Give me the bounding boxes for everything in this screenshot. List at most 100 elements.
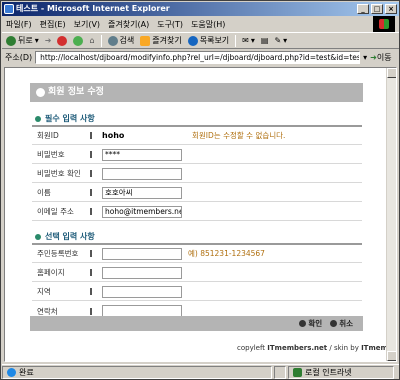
user-id-label: 회원ID — [37, 131, 59, 140]
address-dropdown-icon[interactable]: ▾ — [363, 53, 367, 62]
mail-button[interactable]: ✉ ▾ — [242, 36, 255, 45]
menu-tools[interactable]: 도구(T) — [157, 19, 183, 30]
password-confirm-field[interactable] — [102, 167, 182, 180]
history-label: 목록보기 — [199, 36, 230, 45]
region-field[interactable] — [102, 285, 182, 298]
go-button[interactable]: ➜이동 — [370, 52, 391, 63]
history-button[interactable]: 목록보기 — [187, 35, 230, 46]
menu-favorites[interactable]: 즐겨찾기(A) — [108, 19, 149, 30]
footer-skin-text: / skin by — [329, 344, 359, 352]
ie-app-icon — [4, 4, 14, 14]
cancel-icon — [330, 320, 338, 327]
name-field[interactable]: 호호아씨 — [102, 186, 182, 199]
close-button[interactable]: × — [385, 4, 397, 14]
row-region: 지역 — [32, 283, 362, 301]
status-panel — [274, 365, 286, 379]
confirm-icon — [299, 320, 307, 327]
page-viewport: 회원 정보 수정 필수 입력 사항 회원ID hoho 회원ID는 수정할 수 … — [4, 67, 397, 362]
field-marker — [90, 189, 92, 196]
window-title: 테스트 - Microsoft Internet Explorer — [16, 4, 170, 13]
address-url: http://localhost/djboard/modifyinfo.php?… — [40, 52, 361, 62]
back-button[interactable]: 뒤로 ▾ — [6, 35, 39, 46]
title-bar: 테스트 - Microsoft Internet Explorer _ □ × — [2, 2, 399, 16]
status-bar: 완료 로컬 인트라넷 — [2, 364, 399, 379]
footer-credits: copyleft ITmembers.net / skin by ITmembe… — [237, 344, 396, 352]
optional-section-title: 선택 입력 사항 — [35, 231, 95, 242]
favorites-icon — [140, 35, 151, 46]
homepage-field[interactable] — [102, 266, 182, 279]
toolbar-separator — [235, 34, 237, 47]
field-marker — [90, 208, 92, 215]
status-text: 완료 — [19, 367, 34, 377]
maximize-button[interactable]: □ — [371, 4, 383, 14]
refresh-button[interactable] — [73, 35, 84, 46]
page-title: 회원 정보 수정 — [48, 87, 104, 97]
email-field[interactable]: hoho@itmembers.net — [102, 205, 182, 218]
mail-icon: ✉ — [242, 36, 249, 45]
stop-icon — [57, 35, 68, 46]
menu-bar: 파일(F) 편집(E) 보기(V) 즐겨찾기(A) 도구(T) 도움말(H) — [2, 17, 399, 31]
refresh-icon — [73, 35, 84, 46]
minimize-button[interactable]: _ — [357, 4, 369, 14]
bullet-icon — [35, 233, 41, 240]
resident-number-note: 예) 851231-1234567 — [188, 249, 265, 258]
field-marker — [90, 269, 92, 276]
go-label: 이동 — [376, 52, 392, 62]
footer-copyleft: copyleft — [237, 344, 266, 352]
cancel-button[interactable]: 취소 — [330, 318, 353, 329]
menu-help[interactable]: 도움말(H) — [191, 19, 225, 30]
footer-site-link[interactable]: ITmembers.net — [267, 344, 327, 352]
field-marker — [90, 132, 92, 139]
toolbar: 뒤로 ▾ ➜ ⌂ 검색 즐겨찾기 목록보기 ✉ ▾ ▤ ✎ ▾ — [2, 32, 399, 49]
password-label: 비밀번호 — [37, 150, 65, 159]
cancel-label: 취소 — [339, 319, 353, 328]
header-circle-icon — [36, 88, 45, 97]
row-resident-number: 주민등록번호 예) 851231-1234567 — [32, 245, 362, 263]
favorites-button[interactable]: 즐겨찾기 — [140, 35, 182, 46]
edit-button[interactable]: ✎ ▾ — [274, 36, 287, 45]
row-password-confirm: 비밀번호 확인 — [32, 165, 362, 183]
status-zone: 로컬 인트라넷 — [288, 365, 394, 379]
confirm-label: 확인 — [308, 319, 323, 328]
bullet-icon — [35, 115, 41, 122]
history-icon — [187, 35, 198, 46]
user-id-note: 회원ID는 수정할 수 없습니다. — [192, 131, 286, 140]
search-label: 검색 — [119, 36, 135, 45]
search-icon — [107, 35, 118, 46]
search-button[interactable]: 검색 — [107, 35, 135, 46]
address-input[interactable]: http://localhost/djboard/modifyinfo.php?… — [35, 50, 361, 64]
vertical-scrollbar[interactable] — [386, 68, 396, 361]
forward-button[interactable]: ➜ — [45, 36, 52, 45]
stop-button[interactable] — [57, 35, 68, 46]
resident-number-field[interactable] — [102, 247, 182, 260]
zone-text: 로컬 인트라넷 — [305, 367, 352, 377]
dropdown-icon: ▾ — [283, 36, 288, 45]
status-main: 완료 — [2, 365, 272, 379]
confirm-button[interactable]: 확인 — [299, 318, 322, 329]
row-name: 이름 호호아씨 — [32, 184, 362, 202]
action-bar: 확인 취소 — [30, 316, 363, 331]
field-marker — [90, 288, 92, 295]
field-marker — [90, 170, 92, 177]
region-label: 지역 — [37, 287, 51, 296]
go-arrow-icon: ➜ — [370, 52, 377, 62]
email-label: 이메일 주소 — [37, 207, 74, 216]
scroll-down-arrow-icon[interactable] — [387, 351, 396, 361]
done-page-icon — [7, 367, 16, 377]
print-icon: ▤ — [260, 36, 269, 45]
menu-edit[interactable]: 편집(E) — [40, 19, 66, 30]
menu-file[interactable]: 파일(F) — [6, 19, 32, 30]
back-arrow-icon — [6, 35, 16, 46]
homepage-label: 홈페이지 — [37, 268, 65, 277]
panel-header: 회원 정보 수정 — [30, 83, 363, 102]
back-label: 뒤로 — [18, 36, 33, 45]
password-field[interactable]: **** — [102, 148, 182, 161]
password-confirm-label: 비밀번호 확인 — [37, 169, 81, 178]
print-button[interactable]: ▤ — [261, 36, 269, 45]
menu-view[interactable]: 보기(V) — [74, 19, 100, 30]
user-id-value: hoho — [102, 131, 125, 140]
row-email: 이메일 주소 hoho@itmembers.net — [32, 203, 362, 221]
scroll-up-arrow-icon[interactable] — [387, 68, 396, 78]
row-homepage: 홈페이지 — [32, 264, 362, 282]
home-button[interactable]: ⌂ — [89, 36, 94, 45]
